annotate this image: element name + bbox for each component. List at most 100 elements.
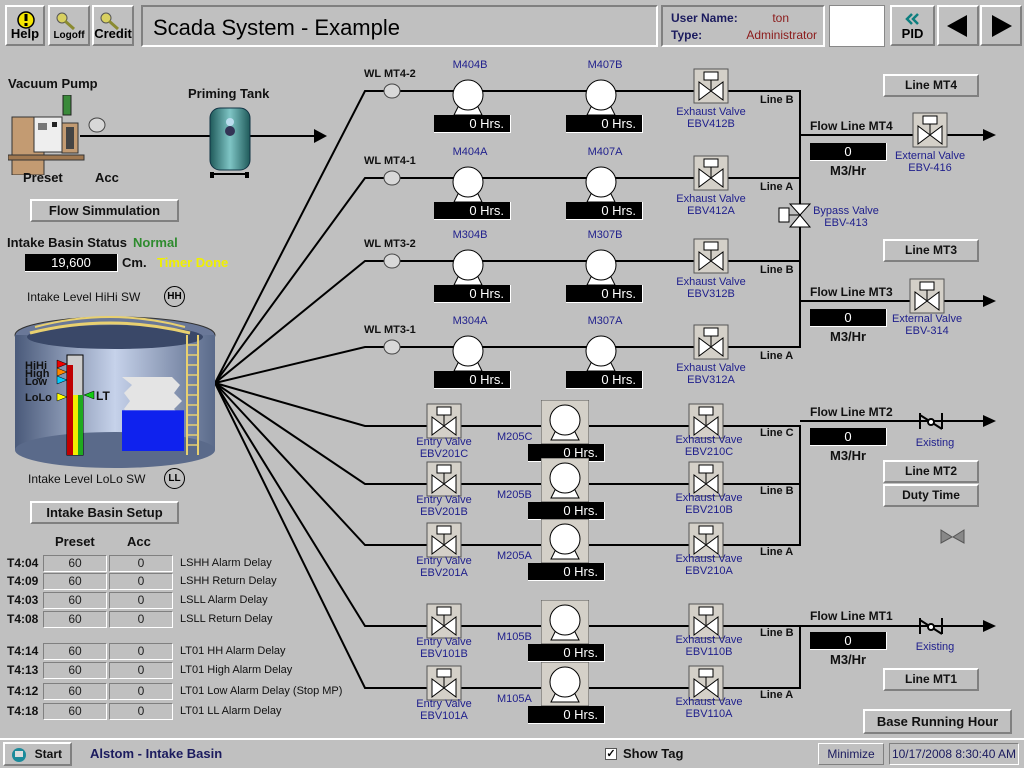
lolo-switch-badge[interactable]: LL — [164, 468, 185, 489]
level-marker-lolo: LoLo — [25, 392, 52, 404]
timer-preset-field[interactable]: 60 — [43, 611, 107, 628]
pump-icon[interactable] — [444, 162, 492, 206]
line-label: Line B — [760, 264, 794, 276]
bypass-valve-tag: EBV-413 — [824, 217, 868, 229]
priming-tank-icon[interactable] — [207, 104, 257, 180]
pump-icon[interactable] — [577, 75, 625, 119]
flow-simulation-button[interactable]: Flow Simmulation — [30, 199, 179, 222]
preset-label: Preset — [23, 170, 63, 185]
entry-valve-tag: EBV101B — [420, 648, 468, 660]
water-level-switch-label: WL MT4-1 — [364, 155, 416, 167]
timer-preset-field[interactable]: 60 — [43, 703, 107, 720]
check-valve-mt2-label: Existing — [915, 437, 955, 449]
timer-description: LSHH Alarm Delay — [180, 557, 272, 569]
timer-tag: T4:14 — [7, 644, 39, 658]
flow-mt3-label: Flow Line MT3 — [810, 285, 893, 299]
lolo-switch-label: Intake Level LoLo SW — [28, 472, 146, 486]
pump-icon[interactable] — [577, 245, 625, 289]
timer-preset-field[interactable]: 60 — [43, 683, 107, 700]
entry-valve-icon[interactable] — [426, 522, 462, 558]
show-tag-checkbox[interactable]: ✓ — [605, 748, 617, 760]
minimize-button[interactable]: Minimize — [818, 743, 884, 765]
vacuum-pump-icon[interactable] — [8, 95, 88, 175]
start-label: Start — [34, 747, 62, 761]
duty-time-button[interactable]: Duty Time — [883, 484, 979, 507]
exhaust-valve-name: Exhaust Valve — [676, 362, 746, 374]
exhaust-valve-icon[interactable] — [693, 324, 729, 360]
external-valve-icon[interactable] — [912, 112, 948, 148]
line-mt4-button[interactable]: Line MT4 — [883, 74, 979, 97]
timer-status: Timer Done — [157, 255, 229, 270]
entry-valve-icon[interactable] — [426, 403, 462, 439]
timer-preset-field[interactable]: 60 — [43, 573, 107, 590]
flow-mt1-label: Flow Line MT1 — [810, 609, 893, 623]
timer-preset-field[interactable]: 60 — [43, 555, 107, 572]
line-label: Line A — [760, 181, 794, 193]
flow-mt3-display: 0 — [810, 309, 887, 327]
line-mt1-button[interactable]: Line MT1 — [883, 668, 979, 691]
line-mt2-button[interactable]: Line MT2 — [883, 460, 979, 483]
entry-valve-tag: EBV201C — [419, 448, 469, 460]
pump-icon[interactable] — [577, 331, 625, 375]
pipe-fan-mt3-1 — [214, 346, 392, 384]
intake-basin-setup-button[interactable]: Intake Basin Setup — [30, 501, 179, 524]
entry-valve-tag: EBV201A — [420, 567, 468, 579]
timer-preset-field[interactable]: 60 — [43, 592, 107, 609]
pump-icon[interactable] — [444, 245, 492, 289]
exhaust-valve-icon[interactable] — [693, 68, 729, 104]
basin-status-label: Intake Basin Status — [7, 235, 127, 250]
line-mt3-button[interactable]: Line MT3 — [883, 239, 979, 262]
pump-tag: M407B — [587, 59, 623, 71]
vacuum-indicator — [88, 117, 106, 133]
window-title: Alstom - Intake Basin — [90, 746, 223, 761]
hihi-switch-badge[interactable]: HH — [164, 286, 185, 307]
pump-icon[interactable] — [444, 75, 492, 119]
timer-preset-field[interactable]: 60 — [43, 662, 107, 679]
pump-icon[interactable] — [541, 458, 589, 502]
timer-preset-field[interactable]: 60 — [43, 643, 107, 660]
pump-run-hours-display: 0 Hrs. — [434, 285, 511, 303]
external-valve-ebv314-tag: EBV-314 — [905, 325, 949, 337]
flow-mt2-unit: M3/Hr — [830, 448, 867, 463]
priming-tank-label: Priming Tank — [188, 86, 270, 101]
level-bar-yellow — [73, 395, 78, 455]
external-valve-ebv416-name: External Valve — [895, 150, 966, 162]
arrow-right-icon — [314, 129, 327, 143]
start-button[interactable]: Start — [3, 742, 72, 766]
base-running-hour-button[interactable]: Base Running Hour — [863, 709, 1012, 734]
pump-tag: M304A — [452, 315, 488, 327]
pipe-fan-mt3-2 — [214, 260, 392, 384]
external-valve-ebv314-name: External Valve — [892, 313, 963, 325]
exhaust-valve-tag: EBV210B — [685, 504, 733, 516]
entry-valve-icon[interactable] — [426, 665, 462, 701]
pump-icon[interactable] — [541, 400, 589, 444]
level-bar-red — [67, 365, 73, 455]
exhaust-valve-icon[interactable] — [693, 238, 729, 274]
pump-icon[interactable] — [444, 331, 492, 375]
hihi-switch-label: Intake Level HiHi SW — [27, 290, 141, 304]
bypass-valve-name: Bypass Valve — [813, 205, 879, 217]
pump-icon[interactable] — [541, 662, 589, 706]
pump-run-hours-display: 0 Hrs. — [528, 502, 605, 520]
basin-status-value: Normal — [133, 235, 178, 250]
pump-run-hours-display: 0 Hrs. — [528, 563, 605, 581]
entry-valve-icon[interactable] — [426, 603, 462, 639]
butterfly-valve-icon — [940, 529, 965, 544]
timer-description: LSLL Alarm Delay — [180, 594, 268, 606]
timer-acc-field: 0 — [109, 592, 173, 609]
entry-valve-name: Entry Valve — [416, 555, 472, 567]
line-label: Line A — [760, 546, 794, 558]
pump-icon[interactable] — [541, 519, 589, 563]
pump-icon[interactable] — [577, 162, 625, 206]
exhaust-valve-tag: EBV210C — [684, 446, 734, 458]
external-valve-icon[interactable] — [909, 278, 945, 314]
check-valve-mt1-label: Existing — [915, 641, 955, 653]
exhaust-valve-name: Exhaust Vave — [675, 696, 743, 708]
pump-tag: M205A — [497, 550, 532, 562]
timer-description: LT01 LL Alarm Delay — [180, 705, 282, 717]
entry-valve-icon[interactable] — [426, 461, 462, 497]
exhaust-valve-icon[interactable] — [693, 155, 729, 191]
pump-tag: M307B — [587, 229, 623, 241]
entry-valve-tag: EBV101A — [420, 710, 468, 722]
pump-icon[interactable] — [541, 600, 589, 644]
